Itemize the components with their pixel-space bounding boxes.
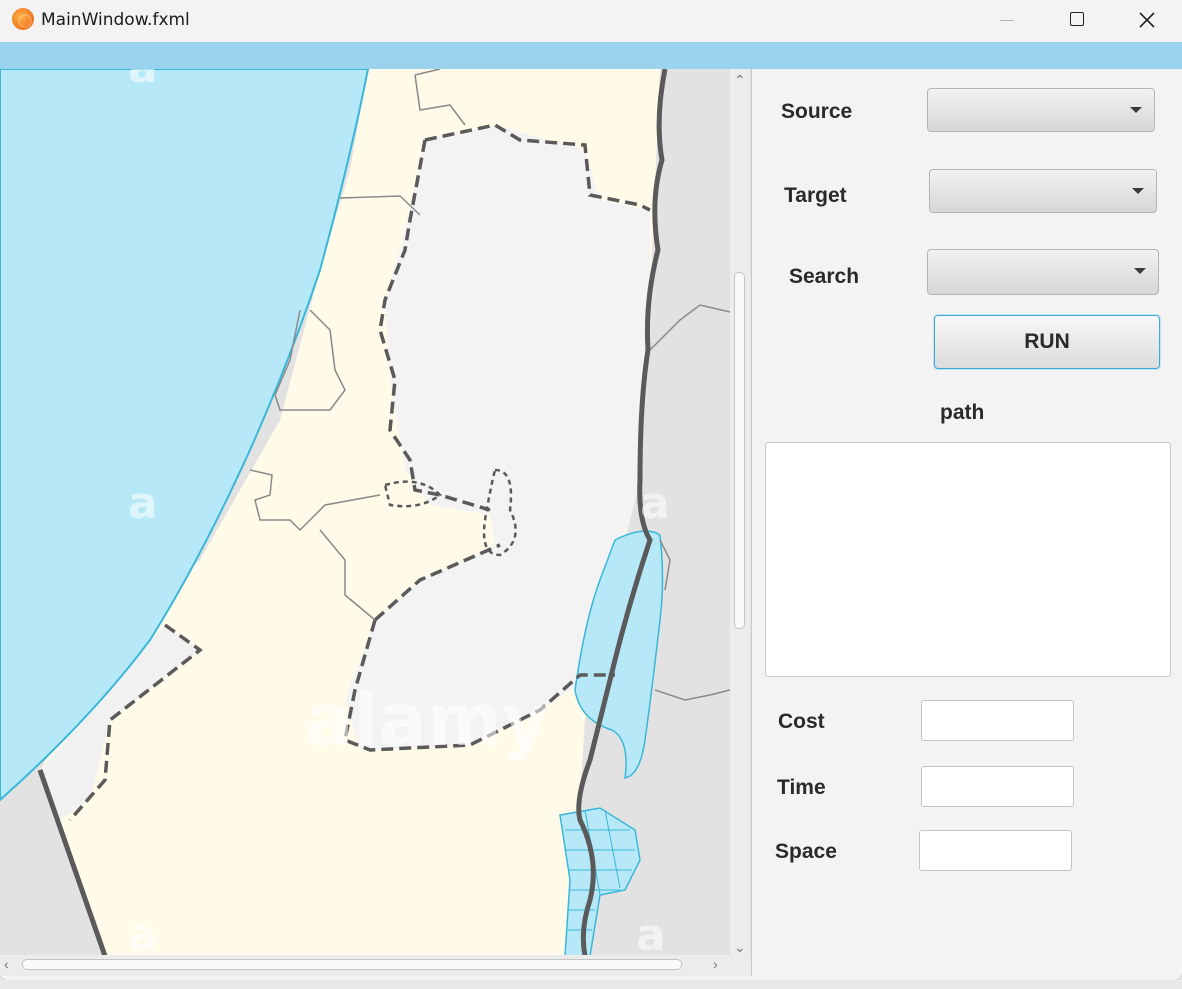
path-textarea[interactable] [765, 442, 1171, 677]
watermark-text-2: a [128, 69, 158, 93]
path-label: path [940, 401, 985, 424]
scroll-corner [731, 955, 751, 976]
vertical-scrollbar[interactable]: ⌃ ⌄ [730, 69, 750, 956]
source-label: Source [781, 100, 853, 123]
menu-bar [0, 42, 1182, 69]
watermark-text-3: a [128, 910, 158, 956]
watermark-word: alamy [305, 678, 549, 762]
source-combobox[interactable] [927, 88, 1155, 132]
vertical-scroll-thumb[interactable] [734, 272, 745, 629]
horizontal-scrollbar[interactable]: ‹ › [0, 955, 731, 976]
time-field[interactable] [921, 766, 1074, 807]
chevron-down-icon [1132, 188, 1144, 194]
scroll-left-icon[interactable]: ‹ [4, 956, 9, 972]
target-combobox[interactable] [929, 169, 1157, 213]
chevron-down-icon [1130, 107, 1142, 113]
title-bar[interactable]: MainWindow.fxml [0, 0, 1182, 42]
scroll-down-icon[interactable]: ⌄ [734, 939, 746, 956]
map-image: a a a a a alamy [0, 69, 730, 956]
time-label: Time [777, 776, 826, 799]
close-button[interactable] [1112, 0, 1182, 40]
horizontal-scroll-thumb[interactable] [22, 959, 682, 970]
maximize-button[interactable] [1042, 0, 1112, 40]
watermark-text-5: a [640, 478, 670, 529]
scroll-right-icon[interactable]: › [713, 956, 718, 972]
chevron-down-icon [1134, 268, 1146, 274]
app-logo-icon [12, 8, 34, 30]
run-button[interactable]: RUN [934, 315, 1160, 369]
search-combobox[interactable] [927, 249, 1159, 295]
watermark-text-1: a [128, 478, 158, 529]
map-view[interactable]: a a a a a alamy [0, 69, 752, 976]
cost-field[interactable] [921, 700, 1074, 741]
space-label: Space [775, 840, 837, 863]
search-label: Search [789, 265, 860, 288]
close-icon [1139, 12, 1155, 28]
watermark-text-4: a [636, 910, 666, 956]
target-label: Target [784, 184, 847, 207]
space-field[interactable] [919, 830, 1072, 871]
window-title: MainWindow.fxml [41, 10, 190, 30]
desktop-background-strip [0, 980, 1182, 989]
minimize-button[interactable] [972, 0, 1042, 40]
main-window: MainWindow.fxml a a a a alamy ⌃ ⌄ ‹ › So… [0, 0, 1182, 980]
cost-label: Cost [778, 710, 825, 733]
scroll-up-icon[interactable]: ⌃ [734, 72, 746, 89]
